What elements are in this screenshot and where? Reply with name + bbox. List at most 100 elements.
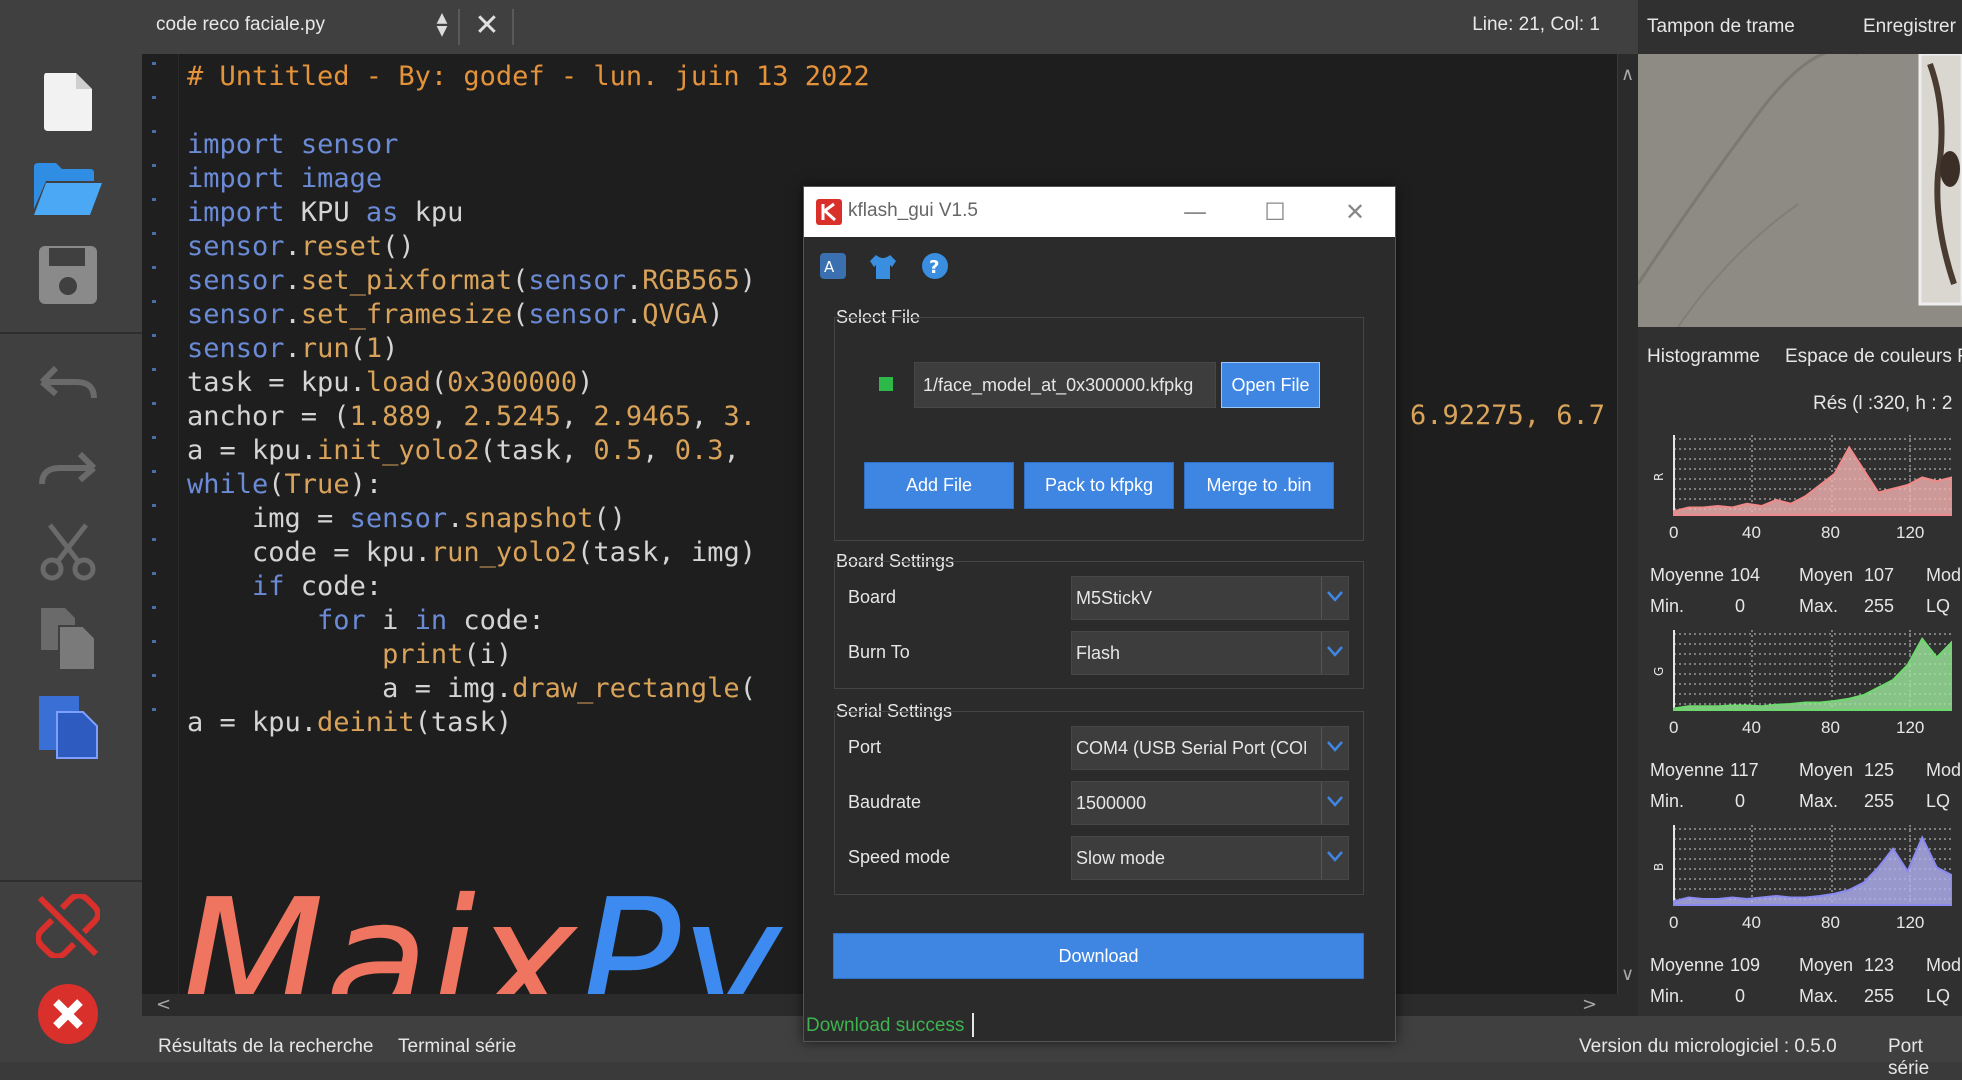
cut-icon[interactable] [28,512,108,592]
code-token: for [317,605,366,636]
code-line[interactable]: anchor = (1.889, 2.5245, 2.9465, 3. [187,401,756,432]
baudrate-dropdown[interactable]: 1500000 [1071,781,1349,825]
serial-port-status[interactable]: Port série [1888,1036,1962,1080]
vertical-scrollbar[interactable]: ∧ ∨ [1618,54,1638,994]
pack-kfpkg-button[interactable]: Pack to kfpkg [1024,462,1174,509]
code-line[interactable]: sensor.set_pixformat(sensor.RGB565) [187,265,756,296]
close-icon[interactable]: ✕ [1335,195,1375,229]
firmware-version: Version du micrologiciel : 0.5.0 [1579,1036,1837,1057]
tab-switch-icon[interactable]: ▲ ▼ [432,11,452,42]
resolution-label: Rés (l :320, h : 2 [1813,393,1953,414]
scroll-up-icon[interactable]: ∧ [1621,64,1634,85]
copy-icon[interactable] [28,598,108,678]
code-line[interactable]: code = kpu.run_yolo2(task, img) [187,537,756,568]
chevron-down-icon [1321,782,1348,824]
code-token: ) [707,299,724,330]
help-icon[interactable]: ? [920,251,950,285]
code-line[interactable]: # Untitled - By: godef - lun. juin 13 20… [187,61,870,92]
new-file-icon[interactable] [28,62,108,142]
code-token: 2.9465 [593,401,691,432]
code-line[interactable]: a = kpu.init_yolo2(task, 0.5, 0.3, [187,435,740,466]
download-result: Download success [806,1015,965,1036]
code-line[interactable]: img = sensor.snapshot() [187,503,626,534]
save-icon[interactable] [28,235,108,315]
speed-mode-dropdown[interactable]: Slow mode [1071,836,1349,880]
code-line[interactable]: sensor.reset() [187,231,415,262]
histogram-stat-max-value: 255 [1864,986,1895,1006]
skin-icon[interactable] [868,253,898,285]
code-token: sensor [187,231,285,262]
line-gutter [142,54,179,994]
code-line[interactable]: a = img.draw_rectangle( [187,673,756,704]
board-dropdown[interactable]: M5StickV [1071,576,1349,620]
code-line[interactable]: if code: [187,571,382,602]
language-icon[interactable]: A [818,251,848,285]
code-token: while [187,469,269,500]
minimize-icon[interactable]: — [1175,195,1215,229]
code-line[interactable]: task = kpu.load(0x300000) [187,367,593,398]
code-token: code: [447,605,545,636]
chevron-down-icon [1321,727,1348,769]
disconnect-icon[interactable] [28,886,108,966]
download-button[interactable]: Download [833,933,1364,979]
code-line[interactable]: while(True): [187,469,382,500]
add-file-button[interactable]: Add File [864,462,1014,509]
code-token: . [284,231,301,262]
port-dropdown[interactable]: COM4 (USB Serial Port (COM [1071,726,1349,770]
serial-terminal-tab[interactable]: Terminal série [398,1036,516,1058]
scroll-right-icon[interactable]: > [1582,994,1597,1015]
line-col-indicator: Line: 21, Col: 1 [1472,14,1600,35]
histogram-tick: 80 [1821,523,1840,542]
code-line[interactable]: import image [187,163,382,194]
code-token: sensor [187,333,285,364]
file-path-field[interactable]: 1/face_model_at_0x300000.kfpkg [914,362,1216,408]
stop-icon[interactable] [28,974,108,1054]
code-line[interactable]: a = kpu.deinit(task) [187,707,512,738]
dialog-titlebar[interactable]: kflash_gui V1.5 — ☐ ✕ [804,187,1395,237]
close-tab-icon[interactable]: ✕ [470,8,504,44]
channel-label: B [1652,863,1666,871]
merge-bin-button[interactable]: Merge to .bin [1184,462,1334,509]
code-token: . [284,333,301,364]
code-line[interactable]: import KPU as kpu [187,197,463,228]
code-token: a = kpu. [187,435,318,466]
speed-mode-value: Slow mode [1076,848,1166,868]
histogram-stat-mode-label: Mod [1926,955,1962,975]
file-checkbox[interactable] [879,377,893,391]
burn-to-dropdown[interactable]: Flash [1071,631,1349,675]
code-overflow-text: 6.92275, 6.7 [1410,400,1606,431]
code-token: (task) [414,707,513,738]
code-token: ) [739,265,757,296]
line-marker [152,62,156,65]
record-button[interactable]: Enregistrer [1863,16,1956,38]
histogram-tab[interactable]: Histogramme [1647,346,1760,368]
code-line[interactable]: for i in code: [187,605,545,636]
file-tab-name[interactable]: code reco faciale.py [156,14,325,36]
code-text[interactable]: # Untitled - By: godef - lun. juin 13 20… [187,60,870,740]
line-marker [152,266,156,269]
burn-to-label: Burn To [848,642,910,662]
undo-icon[interactable] [28,340,108,420]
code-token: , [690,401,724,432]
code-token: QVGA [642,299,708,330]
search-results-tab[interactable]: Résultats de la recherche [158,1036,373,1058]
open-folder-icon[interactable] [28,148,108,228]
scroll-left-icon[interactable]: < [156,994,171,1015]
paste-icon[interactable] [28,686,108,766]
code-line[interactable]: print(i) [187,639,512,670]
code-line[interactable]: sensor.set_framesize(sensor.QVGA) [187,299,724,330]
line-marker [152,538,156,541]
histogram-tick: 40 [1742,718,1761,737]
maximize-icon[interactable]: ☐ [1255,195,1295,229]
chevron-down-icon [1321,577,1348,619]
code-line[interactable]: sensor.run(1) [187,333,398,364]
redo-icon[interactable] [28,426,108,506]
open-file-button[interactable]: Open File [1221,362,1320,408]
code-line[interactable]: import sensor [187,129,398,160]
editor-tabbar: code reco faciale.py ▲ ▼ ✕ Line: 21, Col:… [142,0,1638,54]
color-space-selector[interactable]: Espace de couleurs RV [1785,346,1962,368]
scroll-down-icon[interactable]: ∨ [1621,964,1634,985]
